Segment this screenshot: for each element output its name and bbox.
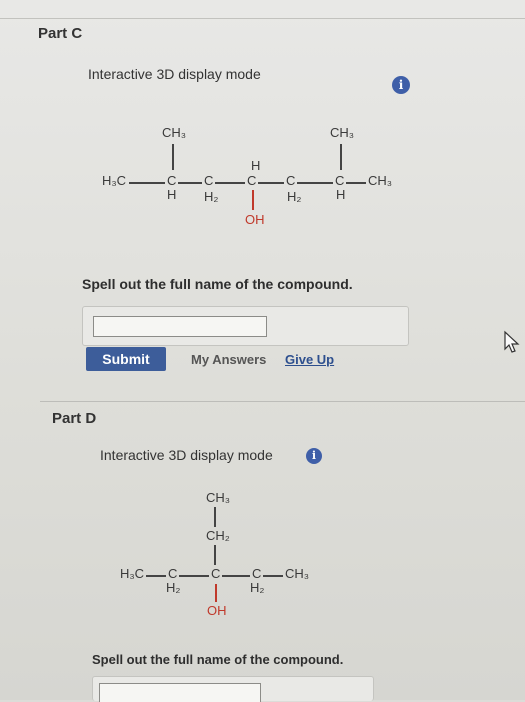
ch3-label: CH₃	[368, 173, 393, 188]
carbon-label: C	[286, 173, 296, 188]
part-c-answer-input[interactable]	[93, 316, 267, 337]
bond-line	[214, 545, 216, 565]
bond-line	[252, 190, 254, 210]
bond-line	[215, 182, 245, 184]
hydrogen-label: H	[251, 158, 261, 173]
bond-line	[129, 182, 165, 184]
carbon-label: C	[211, 566, 221, 581]
part-c-question: Spell out the full name of the compound.	[82, 276, 353, 292]
h2-label: H₂	[166, 580, 181, 595]
submit-button[interactable]: Submit	[86, 347, 166, 371]
section-divider	[40, 401, 525, 402]
bond-line	[179, 575, 209, 577]
bond-line	[346, 182, 366, 184]
carbon-label: C	[335, 173, 345, 188]
bond-line	[215, 584, 217, 602]
part-d-title: Part D	[52, 410, 97, 427]
carbon-label: C	[168, 566, 178, 581]
bond-line	[258, 182, 284, 184]
top-divider	[0, 18, 525, 19]
part-d-answer-area	[92, 676, 374, 702]
part-c-title: Part C	[38, 25, 83, 42]
part-c-answer-area	[82, 306, 409, 346]
hydroxyl-label: OH	[207, 603, 227, 618]
h2-label: H₂	[287, 189, 302, 204]
give-up-link[interactable]: Give Up	[285, 352, 334, 367]
my-answers-button[interactable]: My Answers	[191, 352, 266, 367]
part-d-question: Spell out the full name of the compound.	[92, 652, 344, 667]
bond-line	[340, 144, 342, 170]
ch3-label: CH₃	[285, 566, 310, 581]
h2-label: H₂	[204, 189, 219, 204]
bond-line	[172, 144, 174, 170]
hydrogen-label: H	[167, 187, 177, 202]
ch3-label: CH₃	[206, 490, 231, 505]
ch2-label: CH₂	[206, 528, 230, 543]
h3c-label: H₃C	[102, 173, 127, 188]
part-d-display-mode-label[interactable]: Interactive 3D display mode	[100, 447, 273, 463]
mouse-cursor-icon	[503, 330, 521, 359]
carbon-label: C	[204, 173, 214, 188]
carbon-label: C	[247, 173, 257, 188]
hydrogen-label: H	[336, 187, 346, 202]
carbon-label: C	[167, 173, 177, 188]
bond-line	[214, 507, 216, 527]
ch3-label: CH₃	[162, 125, 187, 140]
ch3-label: CH₃	[330, 125, 355, 140]
h2-label: H₂	[250, 580, 265, 595]
bond-line	[146, 575, 166, 577]
bond-line	[222, 575, 250, 577]
bond-line	[263, 575, 283, 577]
part-c-display-mode-label[interactable]: Interactive 3D display mode	[88, 66, 261, 82]
carbon-label: C	[252, 566, 262, 581]
info-icon[interactable]: i	[306, 448, 322, 464]
page: Part C Interactive 3D display mode i CH₃…	[0, 0, 525, 702]
part-d-answer-input[interactable]	[99, 683, 261, 702]
bond-line	[178, 182, 202, 184]
bond-line	[297, 182, 333, 184]
info-icon[interactable]: i	[392, 76, 410, 94]
h3c-label: H₃C	[120, 566, 145, 581]
hydroxyl-label: OH	[245, 212, 265, 227]
